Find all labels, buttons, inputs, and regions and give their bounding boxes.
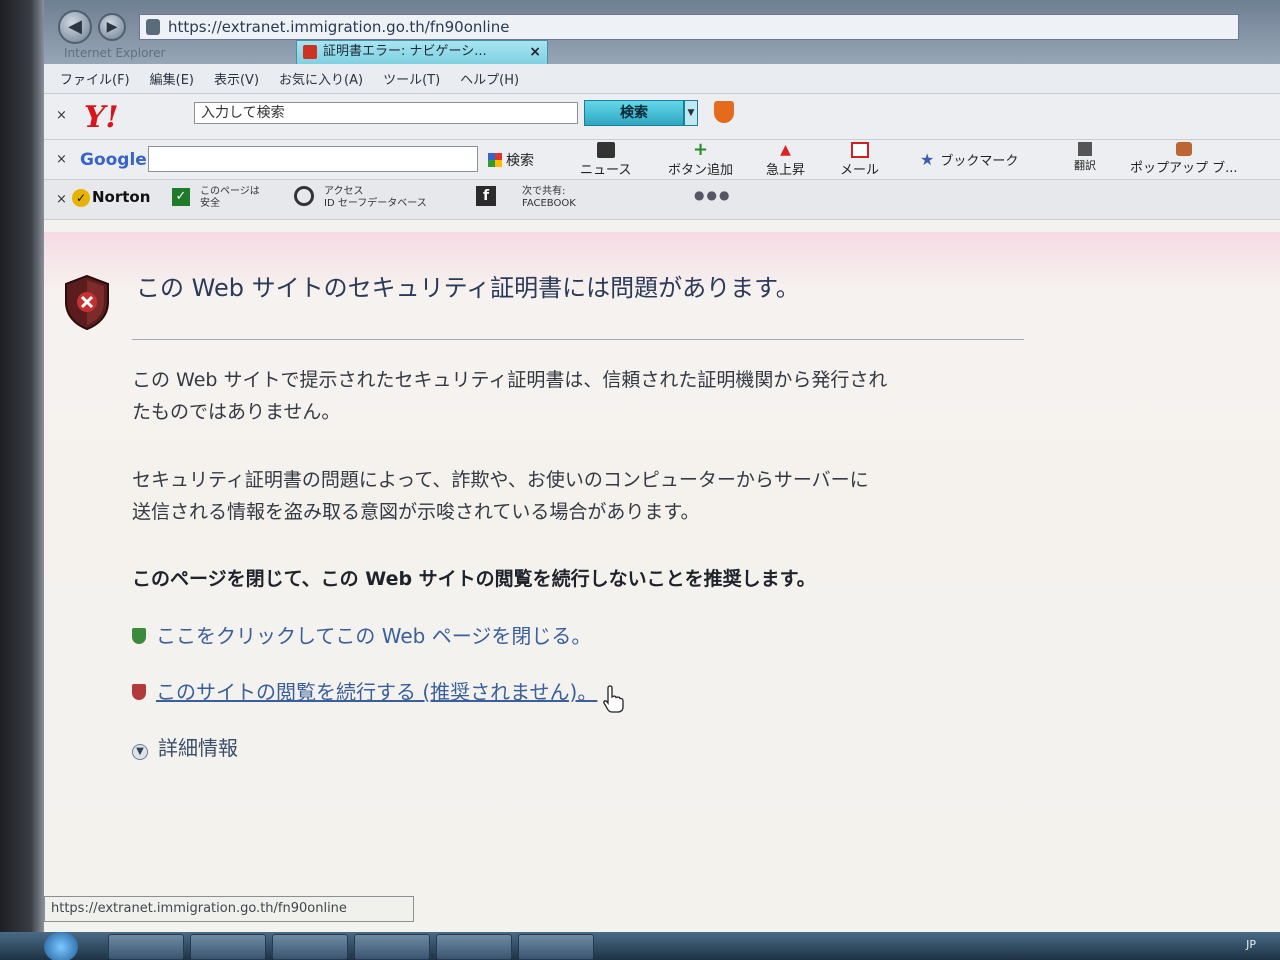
shield-icon[interactable]: [714, 101, 734, 123]
menu-view[interactable]: 表示(V): [214, 69, 259, 88]
menu-favorites[interactable]: お気に入り(A): [279, 69, 363, 88]
news-label: ニュース: [580, 163, 632, 178]
continue-to-site-link[interactable]: このサイトの閲覧を続行する (推奨されません)。: [132, 676, 597, 705]
description-paragraph-1: この Web サイトで提示されたセキュリティ証明書は、信頼された証明機関から発行…: [132, 369, 888, 423]
taskbar-app-button[interactable]: [436, 934, 512, 960]
menu-tools[interactable]: ツール(T): [383, 69, 440, 88]
google-search-button[interactable]: 検索: [488, 150, 534, 170]
start-button[interactable]: [44, 932, 78, 960]
green-shield-icon: [132, 628, 146, 644]
monitor-bezel: [0, 0, 44, 960]
popup-blocker-label: ポップアップ ブ...: [1130, 161, 1238, 176]
add-button-label: ボタン追加: [668, 163, 734, 178]
taskbar-window-button[interactable]: [518, 934, 594, 960]
yahoo-search-placeholder: 入力して検索: [201, 105, 285, 121]
divider: [132, 339, 1024, 340]
menu-file[interactable]: ファイル(F): [60, 69, 130, 88]
title-bar: ◀ ▶ https://extranet.immigration.go.th/f…: [44, 0, 1280, 64]
popup-blocker-icon: [1175, 142, 1192, 156]
forward-button[interactable]: ▶: [98, 13, 126, 41]
yahoo-logo[interactable]: Y!: [84, 100, 119, 135]
norton-toolbar-close[interactable]: ×: [56, 192, 67, 207]
tab-close-button[interactable]: ×: [529, 41, 541, 63]
toolbar-translate-button[interactable]: 翻訳: [1074, 142, 1096, 173]
toolbar-bookmarks-button[interactable]: ★ ブックマーク: [920, 150, 1018, 169]
certificate-error-icon: [303, 45, 317, 59]
status-bar: https://extranet.immigration.go.th/fn90o…: [44, 896, 414, 922]
more-information-toggle[interactable]: ▼ 詳細情報: [132, 732, 238, 761]
mail-icon: [850, 142, 869, 158]
menu-help[interactable]: ヘルプ(H): [460, 69, 519, 88]
close-page-link-text: ここをクリックしてこの Web ページを閉じる。: [156, 624, 592, 648]
continue-link-text: このサイトの閲覧を続行する (推奨されません)。: [156, 680, 598, 704]
menu-bar: ファイル(F) 編集(E) 表示(V) お気に入り(A) ツール(T) ヘルプ(…: [44, 64, 1280, 94]
certificate-error-page: この Web サイトのセキュリティ証明書には問題があります。 この Web サイ…: [44, 232, 1280, 932]
toolbar-popup-blocker-button[interactable]: ポップアップ ブ...: [1130, 142, 1238, 176]
back-button[interactable]: ◀: [58, 10, 92, 44]
yahoo-toolbar: × Y! 入力して検索 検索 ▼: [44, 94, 1280, 140]
yahoo-search-button[interactable]: 検索: [584, 100, 684, 126]
identity-safe-access[interactable]: アクセス ID セーフデータベース: [324, 186, 427, 210]
page-title: この Web サイトのセキュリティ証明書には問題があります。: [136, 274, 800, 302]
google-logo: Google: [80, 150, 147, 170]
plus-icon: +: [692, 139, 709, 160]
trending-label: 急上昇: [766, 163, 806, 178]
tab-certificate-error[interactable]: 証明書エラー: ナビゲーシ... ×: [296, 40, 548, 64]
safe-check-icon: ✓: [172, 188, 190, 206]
chevron-down-icon[interactable]: ▼: [684, 100, 698, 126]
more-information-text: 詳細情報: [158, 736, 238, 760]
page-safe-status[interactable]: このページは 安全: [200, 186, 260, 210]
norton-logo[interactable]: ✓ Norton: [72, 188, 150, 207]
menu-edit[interactable]: 編集(E): [150, 69, 194, 88]
toolbar-trending-button[interactable]: ▲ 急上昇: [766, 142, 805, 178]
yahoo-search-input[interactable]: 入力して検索: [194, 102, 578, 124]
star-icon: ★: [920, 150, 935, 169]
facebook-icon: f: [476, 186, 496, 206]
address-url: https://extranet.immigration.go.th/fn90o…: [168, 18, 510, 36]
share-facebook[interactable]: 次で共有: FACEBOOK: [522, 186, 576, 210]
error-shield-icon: [65, 274, 109, 330]
bookmarks-label: ブックマーク: [940, 154, 1019, 169]
google-toolbar-close[interactable]: ×: [56, 152, 67, 167]
arrow-up-icon: ▲: [780, 142, 791, 158]
address-bar[interactable]: https://extranet.immigration.go.th/fn90o…: [139, 14, 1239, 40]
norton-logo-text: Norton: [92, 188, 151, 206]
page-icon: [146, 19, 160, 35]
norton-toolbar: × ✓ Norton ✓ このページは 安全 アクセス ID セーフデータベース f …: [44, 180, 1280, 220]
taskbar-chrome-button[interactable]: [354, 934, 430, 960]
expand-chevron-icon: ▼: [132, 744, 148, 760]
hand-cursor-icon: [603, 685, 624, 713]
toolbar-mail-button[interactable]: メール: [840, 142, 879, 178]
language-indicator[interactable]: JP: [1246, 938, 1256, 951]
taskbar-media-button[interactable]: [272, 934, 348, 960]
description-paragraph-2: セキュリティ証明書の問題によって、詐欺や、お使いのコンピューターからサーバーに …: [132, 469, 869, 523]
toolbar-add-button[interactable]: + ボタン追加: [668, 139, 734, 179]
identity-safe-icon: [294, 186, 314, 206]
taskbar-ie-button[interactable]: [108, 934, 184, 960]
yahoo-toolbar-close[interactable]: ×: [56, 108, 67, 123]
news-icon: [596, 142, 615, 158]
recommendation-text: このページを閉じて、この Web サイトの閲覧を続行しないことを推奨します。: [132, 568, 816, 590]
translate-icon: [1078, 142, 1092, 156]
translate-label: 翻訳: [1074, 159, 1096, 172]
google-search-label: 検索: [506, 153, 534, 169]
more-options-icon[interactable]: ●●●: [694, 188, 731, 202]
red-shield-icon: [132, 684, 146, 700]
browser-window: ◀ ▶ https://extranet.immigration.go.th/f…: [44, 0, 1280, 935]
taskbar-folder-button[interactable]: [190, 934, 266, 960]
mail-label: メール: [840, 163, 880, 178]
norton-check-icon: ✓: [72, 189, 90, 207]
google-icon: [488, 153, 502, 167]
taskbar: JP: [0, 932, 1280, 960]
toolbar-news-button[interactable]: ニュース: [580, 142, 631, 178]
close-page-link[interactable]: ここをクリックしてこの Web ページを閉じる。: [132, 620, 591, 649]
google-search-input[interactable]: [148, 146, 478, 172]
window-title: Internet Explorer: [64, 46, 166, 60]
google-toolbar: × Google 検索 ニュース + ボタン追加 ▲ 急上昇 メール ★ ブックマ…: [44, 140, 1280, 180]
tab-title: 証明書エラー: ナビゲーシ...: [323, 44, 487, 59]
